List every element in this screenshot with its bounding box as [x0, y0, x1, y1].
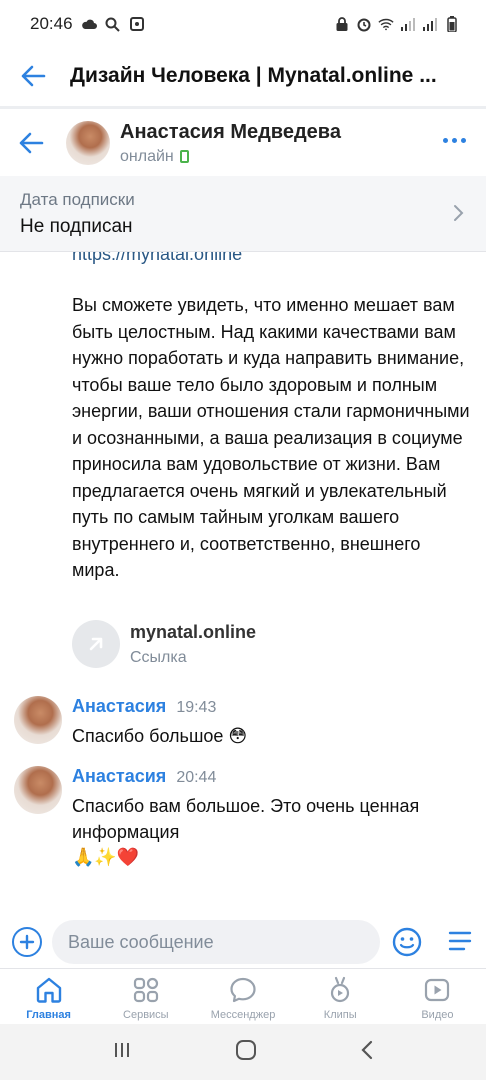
tab-services[interactable]: Сервисы — [97, 969, 194, 1024]
peer-status: онлайн — [120, 148, 341, 166]
message-composer — [0, 916, 486, 968]
message-link[interactable]: https://mynatal.online — [72, 252, 242, 265]
message-body-text: Вы сможете увидеть, что именно мешает ва… — [72, 295, 470, 580]
signal-icon-2 — [422, 16, 438, 32]
message-time: 20:44 — [176, 769, 217, 786]
subscription-value: Не подписан — [20, 216, 133, 237]
alarm-icon — [356, 16, 372, 32]
signal-icon — [400, 16, 416, 32]
tab-label: Главная — [26, 1009, 71, 1021]
attachment-subtitle: Ссылка — [130, 648, 187, 666]
wifi-icon — [378, 16, 394, 32]
back-arrow-icon[interactable] — [20, 62, 48, 90]
battery-icon — [444, 16, 460, 32]
message-content: Спасибо большое 😳 — [72, 723, 462, 750]
message-list: https://mynatal.online Вы сможете увидет… — [0, 252, 486, 912]
message-item: Анастасия 20:44 Спасибо вам большое. Это… — [14, 766, 462, 871]
tab-video[interactable]: Видео — [389, 969, 486, 1024]
chat-header: Анастасия Медведева онлайн — [0, 110, 486, 176]
author-avatar[interactable] — [14, 696, 62, 744]
status-bar: 20:46 — [0, 0, 486, 48]
arrow-up-right-icon — [72, 620, 120, 668]
message-emoji: 🙏✨❤️ — [72, 847, 140, 868]
tab-home[interactable]: Главная — [0, 969, 97, 1024]
tab-label: Видео — [421, 1009, 454, 1021]
header-divider — [0, 106, 486, 109]
message-emoji: 😳 — [228, 726, 248, 747]
services-icon — [131, 975, 161, 1005]
tab-clips[interactable]: Клипы — [292, 969, 389, 1024]
message-author[interactable]: Анастасия — [72, 696, 166, 717]
link-attachment[interactable]: mynatal.online Ссылка — [72, 620, 256, 668]
message-content: Спасибо вам большое. Это очень ценная ин… — [72, 793, 462, 871]
cloud-icon — [81, 16, 97, 32]
emoji-smile-icon[interactable] — [392, 927, 422, 957]
video-icon — [422, 975, 452, 1005]
back-nav-icon[interactable] — [360, 1040, 374, 1065]
tab-label: Сервисы — [123, 1009, 169, 1021]
peer-avatar[interactable] — [66, 121, 110, 165]
search-status-icon — [105, 16, 121, 32]
tab-label: Мессенджер — [210, 1009, 276, 1021]
app-header: Дизайн Человека | Mynatal.online ... — [0, 48, 486, 104]
author-avatar[interactable] — [14, 766, 62, 814]
attachment-title: mynatal.online — [130, 621, 257, 642]
image-status-icon — [129, 16, 145, 32]
bottom-tab-bar: Главная Сервисы Мессенджер Клипы Видео — [0, 968, 486, 1024]
system-nav-bar — [0, 1024, 486, 1080]
message-author[interactable]: Анастасия — [72, 766, 166, 787]
peer-name: Анастасия Медведева — [120, 120, 341, 143]
menu-lines-icon[interactable] — [448, 930, 472, 954]
messenger-icon — [228, 975, 258, 1005]
message-item: Анастасия 19:43 Спасибо большое 😳 — [14, 696, 462, 750]
chat-peer-info[interactable]: Анастасия Медведева онлайн — [120, 121, 341, 166]
home-button-icon[interactable] — [235, 1039, 257, 1066]
chat-back-arrow-icon[interactable] — [18, 129, 46, 157]
message-time: 19:43 — [176, 699, 217, 716]
message-input[interactable] — [52, 920, 380, 964]
clips-icon — [325, 975, 355, 1005]
recent-apps-icon[interactable] — [112, 1040, 132, 1065]
app-title: Дизайн Человека | Mynatal.online ... — [70, 64, 437, 87]
peer-status-text: онлайн — [120, 147, 174, 165]
status-time: 20:46 — [30, 14, 73, 33]
more-options-icon[interactable] — [443, 138, 466, 143]
subscription-panel[interactable]: Дата подписки Не подписан — [0, 176, 486, 252]
tab-label: Клипы — [323, 1009, 357, 1021]
mobile-online-icon — [179, 150, 189, 163]
add-attachment-icon[interactable] — [12, 927, 42, 957]
chevron-right-icon — [452, 204, 464, 222]
lock-icon — [334, 16, 350, 32]
message-text: Спасибо вам большое. Это очень ценная ин… — [72, 796, 420, 842]
subscription-label: Дата подписки — [20, 190, 135, 209]
tab-messenger[interactable]: Мессенджер — [194, 969, 291, 1024]
message-text: Спасибо большое — [72, 726, 224, 746]
home-icon — [34, 975, 64, 1005]
